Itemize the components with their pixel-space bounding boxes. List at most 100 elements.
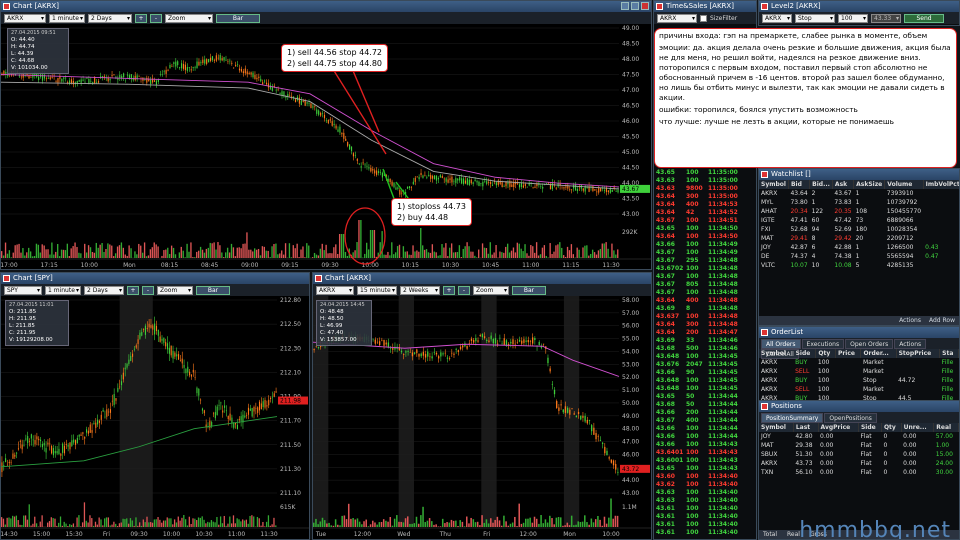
range-select[interactable]: 2 Days	[88, 13, 132, 23]
column-header[interactable]: Unre...	[901, 423, 935, 432]
chart-akrx2-titlebar[interactable]: Chart [AKRX]	[313, 273, 651, 284]
tab-all-orders[interactable]: All Orders	[761, 339, 801, 349]
column-header[interactable]: Sta	[939, 349, 959, 358]
table-row[interactable]: VLTC 10.07 10 10.08 5 4285135	[759, 261, 959, 270]
range-select[interactable]: 2 Weeks	[400, 285, 440, 295]
symbol-input[interactable]: AKRX	[762, 13, 792, 23]
tab-positionsummary[interactable]: PositionSummary	[761, 413, 824, 423]
volume-bar	[411, 523, 413, 527]
mode-select[interactable]: Zoom	[165, 13, 213, 23]
send-button[interactable]: Send	[904, 13, 944, 23]
table-row[interactable]: FXI 52.68 94 52.69 180 10028354	[759, 225, 959, 234]
column-header[interactable]: Last	[793, 423, 819, 432]
column-header[interactable]: AskSize	[853, 180, 886, 189]
maximize-icon[interactable]	[631, 2, 639, 10]
column-header[interactable]: Order...	[860, 349, 897, 358]
watchlist-titlebar[interactable]: Watchlist []	[759, 169, 959, 180]
table-row[interactable]: IGTE 47.41 60 47.42 73 6889066	[759, 216, 959, 225]
candle-body	[28, 441, 31, 442]
timesales-titlebar[interactable]: Time&Sales [AKRX]	[654, 1, 756, 12]
zoom-out-button[interactable]: -	[458, 285, 470, 295]
zoom-in-button[interactable]: +	[443, 285, 455, 295]
column-header[interactable]: Symbol	[759, 423, 794, 432]
volume-bar	[470, 517, 472, 527]
zoom-out-button[interactable]: -	[142, 285, 154, 295]
column-header[interactable]: Side	[793, 349, 817, 358]
table-row[interactable]: MAT 29.38 0.00 Flat 0 0.00 1.00	[759, 441, 959, 450]
minimize-icon[interactable]	[621, 2, 629, 10]
column-header[interactable]: Price	[835, 349, 862, 358]
table-row[interactable]: JOY 42.87 6 42.88 1 1266500 0.43	[759, 243, 959, 252]
timesales-cell: 11:34:47	[708, 329, 738, 336]
app-icon	[761, 171, 768, 178]
timesales-cell: 11:35:00	[708, 193, 738, 200]
positions-table: Symbol Last AvgPrice Side Qty Unre... Real JOY 4…	[759, 423, 959, 477]
table-row[interactable]: AKRXSELL100MarketFille	[759, 385, 959, 394]
volume-bar	[541, 247, 544, 258]
timesales-row: 43.67 295 11:34:48	[656, 257, 754, 265]
column-header[interactable]: Qty	[815, 349, 836, 358]
table-row[interactable]: AKRXSELL100MarketFille	[759, 367, 959, 376]
column-header[interactable]: Volume	[884, 180, 924, 189]
interval-select[interactable]: 15 minute	[357, 285, 397, 295]
bar-button[interactable]: Bar	[216, 13, 260, 23]
zoom-out-button[interactable]: -	[150, 13, 162, 23]
column-header[interactable]: Bid...	[809, 180, 833, 189]
symbol-input[interactable]: AKRX	[316, 285, 354, 295]
column-header[interactable]: Ask	[832, 180, 855, 189]
tab-executions[interactable]: Executions	[801, 339, 845, 349]
volume-bar	[383, 254, 385, 258]
zoom-in-button[interactable]: +	[127, 285, 139, 295]
volume-bar	[28, 247, 30, 258]
volume-bar	[466, 242, 468, 258]
watchlist-addrow-button[interactable]: Add Row	[929, 317, 955, 324]
chart-spy-titlebar[interactable]: Chart [SPY]	[1, 273, 309, 284]
column-header[interactable]: Symbol	[759, 180, 789, 189]
interval-select[interactable]: 1 minute	[49, 13, 85, 23]
tab-actions[interactable]: Actions	[894, 339, 927, 349]
table-row[interactable]: TXN 56.10 0.00 Flat 0 0.00 30.00	[759, 468, 959, 477]
table-row[interactable]: AKRX 43.73 0.00 Flat 0 0.00 24.00	[759, 459, 959, 468]
level2-titlebar[interactable]: Level2 [AKRX]	[759, 1, 959, 12]
table-row[interactable]: MAT 29.41 8 29.42 20 2209712	[759, 234, 959, 243]
volume-bar	[170, 245, 173, 258]
orderlist-titlebar[interactable]: OrderList	[759, 327, 959, 338]
volume-bar	[450, 519, 453, 527]
order-type-select[interactable]: Stop	[795, 13, 835, 23]
table-row[interactable]: JOY 42.80 0.00 Flat 0 0.00 57.00	[759, 432, 959, 441]
table-row[interactable]: AKRX 43.64 2 43.67 1 7393910	[759, 189, 959, 198]
column-header[interactable]: StopPrice	[896, 349, 941, 358]
table-row[interactable]: AKRX BUY 100 Stop 44.72 Fille	[759, 376, 959, 385]
table-row[interactable]: DE 74.37 4 74.38 1 5565594 0.47	[759, 252, 959, 261]
mode-select[interactable]: Zoom	[473, 285, 509, 295]
mode-select[interactable]: Zoom	[157, 285, 193, 295]
symbol-input[interactable]: AKRX	[4, 13, 46, 23]
positions-titlebar[interactable]: Positions	[759, 401, 959, 412]
column-header[interactable]: AvgPrice	[818, 423, 859, 432]
interval-select[interactable]: 1 minute	[45, 285, 81, 295]
close-icon[interactable]	[641, 2, 649, 10]
column-header[interactable]: ImbVolPct	[923, 180, 959, 189]
table-row[interactable]: SBUX 51.30 0.00 Flat 0 0.00 15.00	[759, 450, 959, 459]
zoom-in-button[interactable]: +	[135, 13, 147, 23]
table-row[interactable]: MYL 73.80 1 73.83 1 10739792	[759, 198, 959, 207]
range-select[interactable]: 2 Days	[84, 285, 124, 295]
column-header[interactable]: Real	[933, 423, 959, 432]
column-header[interactable]: Qty	[881, 423, 902, 432]
price-input[interactable]: 43.33	[871, 13, 901, 23]
column-header[interactable]: Side	[858, 423, 882, 432]
bar-button[interactable]: Bar	[196, 285, 230, 295]
quantity-input[interactable]: 100	[838, 13, 868, 23]
table-cell: 15.00	[935, 451, 953, 458]
bar-button[interactable]: Bar	[512, 285, 546, 295]
tab-openpositions[interactable]: OpenPositions	[824, 413, 877, 423]
candle-body	[285, 96, 287, 98]
chart-main-titlebar[interactable]: Chart [AKRX]	[1, 1, 651, 12]
watchlist-actions-button[interactable]: Actions	[899, 317, 921, 324]
column-header[interactable]: Bid	[788, 180, 811, 189]
table-row[interactable]: AHAT 20.34 122 20.35 108 150455770	[759, 207, 959, 216]
tab-open-orders[interactable]: Open Orders	[845, 339, 894, 349]
symbol-input[interactable]: SPY	[4, 285, 42, 295]
sizefilter-checkbox[interactable]	[700, 14, 707, 22]
symbol-input[interactable]: AKRX	[657, 13, 697, 23]
